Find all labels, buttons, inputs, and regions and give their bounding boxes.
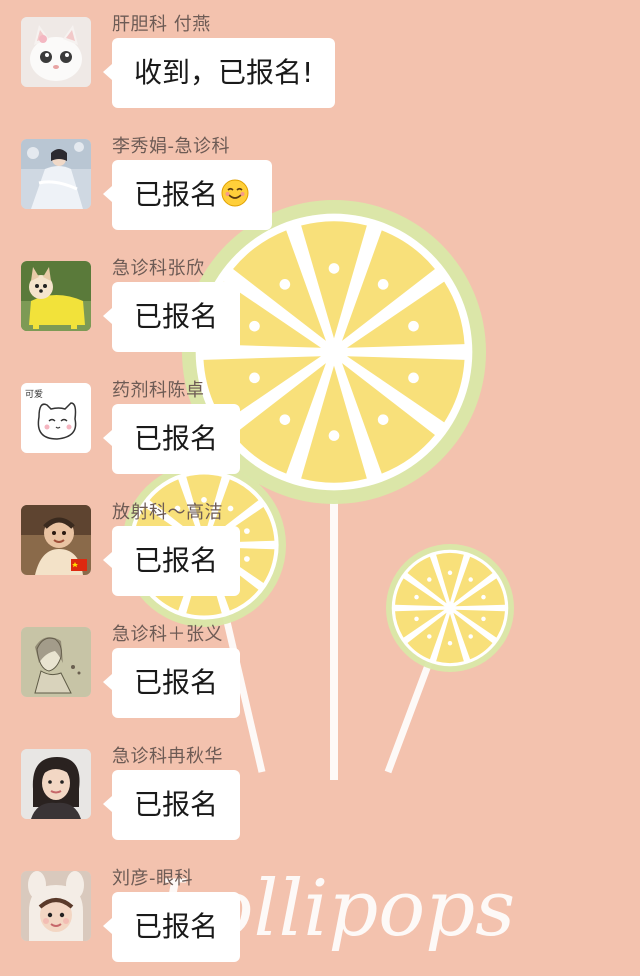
message-bubble[interactable]: 已报名 xyxy=(102,160,273,230)
avatar[interactable] xyxy=(21,749,91,819)
woman-selfie-avatar-icon xyxy=(21,749,91,819)
message-text: 已报名 xyxy=(134,666,219,699)
avatar[interactable] xyxy=(21,17,91,87)
sender-name: 急诊科冉秋华 xyxy=(112,746,223,767)
avatar[interactable] xyxy=(21,627,91,697)
message-bubble[interactable]: 已报名 xyxy=(102,526,241,596)
chat-message: 急诊科冉秋华 已报名 xyxy=(0,732,640,854)
chat-message: 急诊科张欣 已报名 xyxy=(0,244,640,366)
message-text: 已报名 xyxy=(134,422,219,455)
message-text: 收到，已报名! xyxy=(134,56,314,89)
avatar[interactable] xyxy=(21,261,91,331)
message-bubble[interactable]: 已报名 xyxy=(102,648,241,718)
avatar[interactable]: 可爱 xyxy=(21,383,91,453)
message-text: 已报名 xyxy=(134,544,219,577)
sender-name: 急诊科＋张义 xyxy=(112,624,223,645)
message-bubble[interactable]: 已报名 xyxy=(102,770,241,840)
message-bubble[interactable]: 已报名 xyxy=(102,282,241,352)
chat-message: 刘彦-眼科 已报名 xyxy=(0,854,640,976)
sender-name: 肝胆科 付燕 xyxy=(112,14,211,35)
chat-message: 可爱 药剂科陈卓 已报名 xyxy=(0,366,640,488)
message-text: 已报名 xyxy=(134,910,219,943)
chat-message: 肝胆科 付燕 收到，已报名! xyxy=(0,0,640,122)
sender-name: 药剂科陈卓 xyxy=(112,380,205,401)
avatar[interactable] xyxy=(21,505,91,575)
chat-message: 李秀娟-急诊科 已报名 xyxy=(0,122,640,244)
avatar[interactable] xyxy=(21,139,91,209)
sender-name: 李秀娟-急诊科 xyxy=(112,136,230,157)
dog-in-raincoat-avatar-icon xyxy=(21,261,91,331)
sender-name: 刘彦-眼科 xyxy=(112,868,193,889)
sender-name: 急诊科张欣 xyxy=(112,258,205,279)
message-bubble[interactable]: 已报名 xyxy=(102,404,241,474)
message-bubble[interactable]: 收到，已报名! xyxy=(102,38,336,108)
avatar-text-1: 可爱 xyxy=(25,389,43,400)
avatar[interactable] xyxy=(21,871,91,941)
message-text: 已报名 xyxy=(134,178,219,211)
smiling-face-icon xyxy=(221,179,249,207)
message-text: 已报名 xyxy=(134,300,219,333)
chat-message-list[interactable]: 肝胆科 付燕 收到，已报名! 李秀娟-急诊科 已报名 急诊科张欣 已报名 可爱 … xyxy=(0,0,640,975)
child-bunny-hat-avatar-icon xyxy=(21,871,91,941)
cartoon-cat-avatar-icon: 可爱 xyxy=(21,383,91,453)
chat-message: 放射科～高洁 已报名 xyxy=(0,488,640,610)
kitten-avatar-icon xyxy=(21,17,91,87)
message-text: 已报名 xyxy=(134,788,219,821)
message-bubble[interactable]: 已报名 xyxy=(102,892,241,962)
woman-in-white-dress-avatar-icon xyxy=(21,139,91,209)
baby-photo-avatar-icon xyxy=(21,505,91,575)
sender-name: 放射科～高洁 xyxy=(112,502,223,523)
girl-illustration-avatar-icon xyxy=(21,627,91,697)
chat-message: 急诊科＋张义 已报名 xyxy=(0,610,640,732)
